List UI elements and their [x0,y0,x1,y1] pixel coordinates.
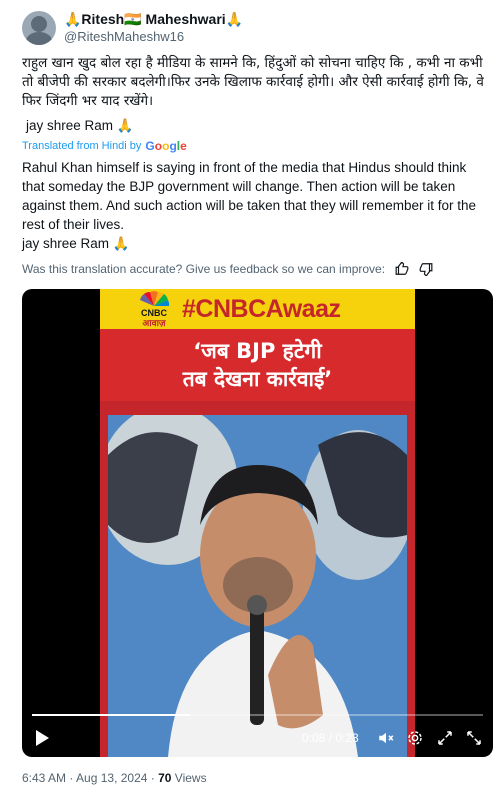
progress-bar[interactable] [32,714,483,716]
views-count: 70 [158,771,172,785]
google-logo: Google [145,139,187,153]
translated-label: Translated from Hindi by [22,140,142,152]
author-display-name[interactable]: 🙏Ritesh🇮🇳 Maheshwari🙏 [64,11,243,28]
tweet-text: राहुल खान खुद बोल रहा है मीडिया के सामने… [22,55,484,109]
translation-body: Rahul Khan himself is saying in front of… [22,160,476,232]
avatar[interactable] [22,11,56,45]
translated-text: Rahul Khan himself is saying in front of… [22,158,492,253]
translation-feedback: Was this translation accurate? Give us f… [22,262,433,276]
views-label: Views [171,771,207,785]
cnbc-bar: CNBC आवाज़ #CNBCAwaaz [100,289,415,329]
video-controls: 0:08 / 0:23 [22,709,493,757]
feedback-prompt: Was this translation accurate? Give us f… [22,262,386,276]
tweet-timestamp[interactable]: 6:43 AM · Aug 13, 2024 · [22,771,158,785]
translation-sign-off: jay shree Ram 🙏 [22,236,130,251]
headline-line-1: ‘जब BJP हटेगी [193,339,322,363]
tweet-sign-off: jay shree Ram 🙏 [26,118,134,133]
headline-line-2: तब देखना कार्रवाई’ [182,367,333,391]
video-player[interactable]: CNBC आवाज़ #CNBCAwaaz ‘जब BJP हटेगी तब द… [22,289,493,757]
headline-banner: ‘जब BJP हटेगी तब देखना कार्रवाई’ [100,329,415,401]
tweet-header: 🙏Ritesh🇮🇳 Maheshwari🙏 @RiteshMaheshw16 [22,10,243,46]
speaker-photo [108,415,407,757]
time-display: 0:08 / 0:23 [302,731,359,745]
thumbs-down-icon[interactable] [419,262,433,276]
cnbc-awaaz-logo: CNBC आवाज़ [130,290,178,329]
author-handle[interactable]: @RiteshMaheshw16 [64,28,243,45]
thumbs-up-icon[interactable] [395,262,409,276]
channel-tag: #CNBCAwaaz [182,294,341,323]
mute-icon[interactable] [377,729,395,747]
fullscreen-icon[interactable] [436,729,454,747]
logo-text: CNBC [141,308,167,318]
settings-icon[interactable] [406,729,424,747]
translation-attribution[interactable]: Translated from Hindi by Google [22,139,187,153]
expand-icon[interactable] [465,729,483,747]
logo-subtext: आवाज़ [142,319,166,328]
progress-fill [32,714,190,716]
author-names: 🙏Ritesh🇮🇳 Maheshwari🙏 @RiteshMaheshw16 [64,11,243,45]
tweet-meta: 6:43 AM · Aug 13, 2024 · 70 Views [22,771,207,785]
play-icon[interactable] [34,729,50,747]
video-frame: CNBC आवाज़ #CNBCAwaaz ‘जब BJP हटेगी तब द… [100,289,415,757]
